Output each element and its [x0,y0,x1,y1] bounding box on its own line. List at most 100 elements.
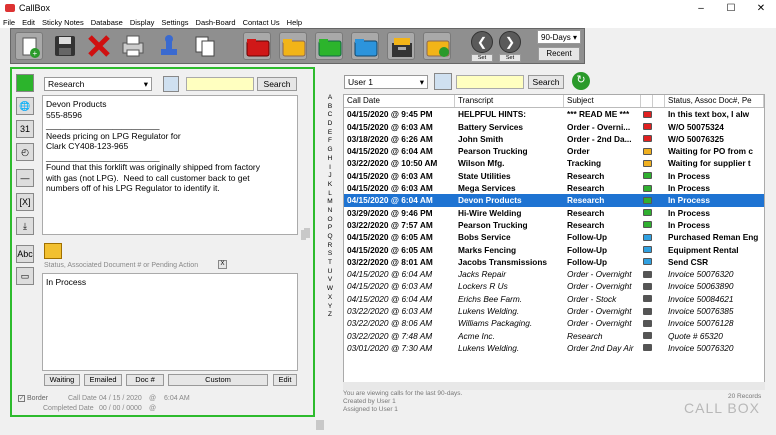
window-icon[interactable]: ▭ [16,267,34,285]
col-transcript[interactable]: Transcript [455,95,564,107]
stamp-button[interactable] [155,32,183,60]
next-arrow-button[interactable]: ❯ [499,31,521,53]
open-folder-icon[interactable] [44,243,62,259]
refresh-icon[interactable]: ↻ [572,72,590,90]
download-icon[interactable]: ⤓ [16,217,34,235]
table-row[interactable]: 03/22/2020 @ 8:06 AM Williams Packaging. O… [344,317,764,330]
table-row[interactable]: 03/22/2020 @ 7:48 AM Acme Inc. Research Quo… [344,329,764,342]
menu-help[interactable]: Help [287,18,302,27]
broom-icon[interactable] [163,76,179,92]
alpha-u[interactable]: U [328,268,333,277]
alpha-q[interactable]: Q [327,233,332,242]
minimize-icon[interactable]: – [686,0,716,16]
calls-search-input[interactable] [456,75,524,89]
table-row[interactable]: 04/15/2020 @ 6:05 AM Marks Fencing Follow-… [344,243,764,256]
delete-button[interactable] [85,32,113,60]
col-color[interactable] [641,95,653,107]
alpha-g[interactable]: G [327,146,332,155]
table-row[interactable]: 03/22/2020 @ 10:50 AM Wilson Mfg. Tracking… [344,157,764,170]
alpha-m[interactable]: M [327,198,332,207]
alpha-d[interactable]: D [328,120,333,129]
green-folder-icon[interactable] [16,74,34,92]
table-row[interactable]: 04/15/2020 @ 9:45 PM HELPFUL HINTS: *** RE… [344,108,764,121]
new-call-button[interactable]: + [15,32,43,60]
spellcheck-icon[interactable]: Abc [16,245,34,263]
print-button[interactable] [119,32,147,60]
broom-icon[interactable] [434,73,452,90]
col-status[interactable]: Status, Assoc Doc#, Pe [665,95,764,107]
red-folder-button[interactable] [243,32,271,60]
alpha-t[interactable]: T [328,259,332,268]
table-row[interactable]: 04/15/2020 @ 6:03 AM Battery Services Orde… [344,120,764,133]
table-row[interactable]: 04/15/2020 @ 6:04 AM Pearson Trucking Orde… [344,145,764,158]
maximize-icon[interactable]: ☐ [716,0,746,16]
alpha-x[interactable]: X [328,294,332,303]
status-textarea[interactable]: In Process [42,273,298,371]
table-row[interactable]: 03/01/2020 @ 7:30 AM Lukens Welding. Order… [344,342,764,355]
set-next-button[interactable]: Set [499,54,521,62]
menu-sticky-notes[interactable]: Sticky Notes [42,18,84,27]
recent-button[interactable]: Recent [538,47,580,61]
clear-status-button[interactable]: X [218,260,227,269]
alpha-e[interactable]: E [328,129,332,138]
globe-icon[interactable]: 🌐 [16,97,34,115]
table-row[interactable]: 04/15/2020 @ 6:04 AM Erichs Bee Farm. Orde… [344,293,764,306]
alpha-z[interactable]: Z [328,311,332,320]
alpha-b[interactable]: B [328,103,332,112]
menu-dash-board[interactable]: Dash-Board [196,18,236,27]
table-row[interactable]: 04/15/2020 @ 6:05 AM Bobs Service Follow-U… [344,231,764,244]
col-attach[interactable] [653,95,665,107]
separator-line-icon[interactable]: — [16,169,34,187]
email-folder-button[interactable] [423,32,451,60]
table-row[interactable]: 03/18/2020 @ 6:26 AM John Smith Order - 2n… [344,133,764,146]
days-range-select[interactable]: 90-Days ▾ [537,30,581,44]
yellow-folder-button[interactable] [279,32,307,60]
menu-settings[interactable]: Settings [161,18,188,27]
alpha-r[interactable]: R [328,242,333,251]
close-icon[interactable]: ✕ [746,0,776,16]
calendar-icon[interactable]: 31 [16,120,34,138]
notes-search-button[interactable]: Search [257,77,297,91]
alpha-o[interactable]: O [327,216,332,225]
alpha-i[interactable]: I [329,164,331,173]
doc-number-button[interactable]: Doc # [126,374,164,386]
alpha-y[interactable]: Y [328,303,332,312]
copy-button[interactable] [191,32,219,60]
menu-database[interactable]: Database [91,18,123,27]
alpha-p[interactable]: P [328,224,332,233]
green-folder-button[interactable] [315,32,343,60]
set-prev-button[interactable]: Set [471,54,493,62]
alpha-l[interactable]: L [328,190,332,199]
table-row[interactable]: 03/29/2020 @ 9:46 PM Hi-Wire Welding Resea… [344,206,764,219]
menu-file[interactable]: File [3,18,15,27]
archive-button[interactable] [387,32,415,60]
alpha-w[interactable]: W [327,285,333,294]
alpha-c[interactable]: C [328,111,333,120]
table-row[interactable]: 03/22/2020 @ 8:01 AM Jacobs Transmissions… [344,256,764,269]
col-call-date[interactable]: Call Date [344,95,455,107]
alpha-k[interactable]: K [328,181,332,190]
user-select[interactable]: User 1 ▾ [344,75,428,89]
table-row[interactable]: 04/15/2020 @ 6:03 AM Lockers R Us Order - … [344,280,764,293]
panel-resize-handle[interactable] [316,420,324,430]
table-row[interactable]: 04/15/2020 @ 6:04 AM Jacks Repair Order - … [344,268,764,281]
notes-textarea[interactable]: Devon Products 555-8596 ________________… [42,95,298,235]
notes-scrollbar[interactable] [300,95,307,240]
edit-button[interactable]: Edit [273,374,297,386]
emailed-button[interactable]: Emailed [84,374,122,386]
save-button[interactable] [51,32,79,60]
menu-contact-us[interactable]: Contact Us [243,18,280,27]
blue-folder-button[interactable] [351,32,379,60]
alpha-a[interactable]: A [328,94,332,103]
category-select[interactable]: Research ▾ [44,77,152,91]
col-subject[interactable]: Subject [564,95,641,107]
table-row[interactable]: 04/15/2020 @ 6:03 AM State Utilities Resea… [344,170,764,183]
table-row[interactable]: 04/15/2020 @ 6:03 AM Mega Services Researc… [344,182,764,195]
border-checkbox[interactable]: ✓ Border [18,395,48,402]
alpha-v[interactable]: V [328,276,332,285]
alpha-h[interactable]: H [328,155,333,164]
table-row[interactable]: 03/22/2020 @ 6:03 AM Lukens Welding. Order… [344,305,764,318]
bracket-x-icon[interactable]: [X] [16,193,34,211]
waiting-button[interactable]: Waiting [44,374,80,386]
alpha-j[interactable]: J [328,172,331,181]
